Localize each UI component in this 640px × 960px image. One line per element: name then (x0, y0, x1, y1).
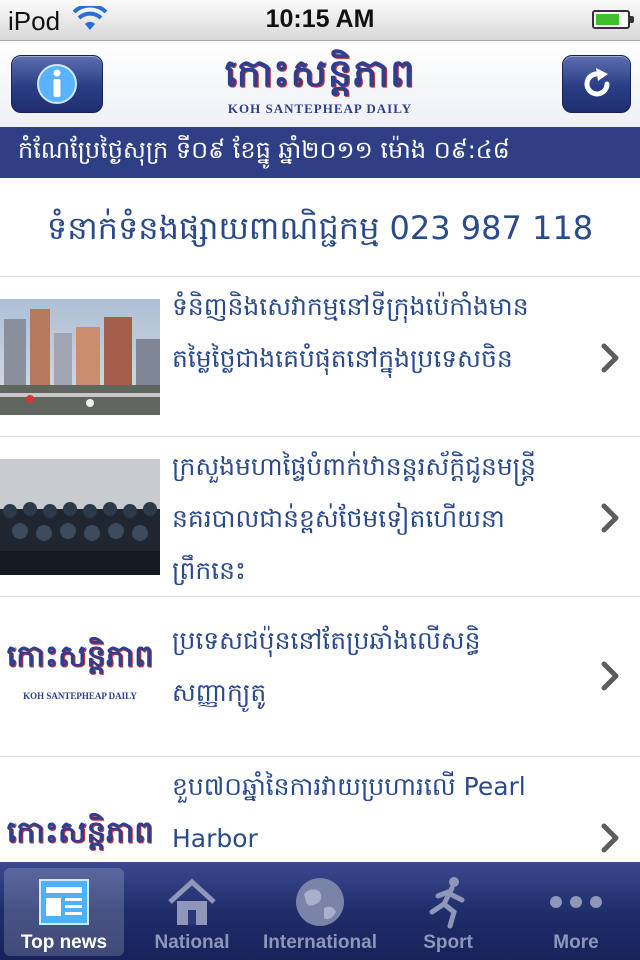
info-icon (37, 64, 77, 104)
advertising-contact-text: ទំនាក់ទំនងផ្សាយពាណិជ្ជកម្ម 023 987 118 (46, 209, 594, 247)
chevron-right-icon (601, 343, 619, 373)
globe-icon (296, 878, 344, 926)
refresh-icon (584, 68, 609, 97)
advertising-contact[interactable]: ទំនាក់ទំនងផ្សាយពាណិជ្ជកម្ម 023 987 118 (0, 178, 640, 277)
battery-icon (592, 10, 634, 29)
logo-khmer: កោះសន្តិភាព (224, 51, 416, 95)
logo-english: KOH SANTEPHEAP DAILY (227, 101, 413, 116)
news-headline: ទំនិញនិងសេវាកម្មនៅទីក្រុងប៉េកាំងមាន តម្ល… (172, 292, 529, 373)
logo-thumb-english: KOH SANTEPHEAP DAILY (23, 691, 137, 701)
news-headline: ក្រសួងមហាផ្ទៃបំពាក់ឋានន្តរស័ក្តិជូនមន្ត្… (172, 452, 537, 585)
tab-international[interactable]: International (260, 868, 380, 956)
news-headline: ប្រទេសជប៉ុននៅតែប្រឆាំងលើសន្ធិ សញ្ញាក្យូត… (172, 626, 481, 707)
clock: 10:15 AM (265, 5, 375, 33)
tab-label: Sport (423, 932, 473, 953)
chevron-right-icon (601, 503, 619, 533)
news-headline: ខួប៧០ឆ្នាំនៃការវាយប្រហារលើ Pearl Harbor (172, 772, 526, 853)
status-bar: iPod 10:15 AM (0, 0, 640, 41)
news-list: ទំនិញនិងសេវាកម្មនៅទីក្រុងប៉េកាំងមាន តម្ល… (0, 277, 640, 862)
header: កោះសន្តិភាព KOH SANTEPHEAP DAILY (0, 41, 640, 127)
logo: កោះសន្តិភាព KOH SANTEPHEAP DAILY (204, 49, 436, 125)
news-thumbnail: កោះសន្តិភាព KOH SANTEPHEAP DAILY (0, 637, 160, 717)
tab-label: More (553, 932, 599, 953)
tab-label: International (262, 932, 377, 953)
tab-sport[interactable]: Sport (388, 868, 508, 956)
news-item[interactable]: ក្រសួងមហាផ្ទៃបំពាក់ឋានន្តរស័ក្តិជូនមន្ត្… (0, 437, 640, 598)
tab-label: Top news (20, 932, 108, 953)
refresh-button[interactable] (562, 55, 631, 113)
info-button[interactable] (11, 55, 103, 113)
newspaper-icon (39, 879, 89, 925)
logo-thumb-khmer: កោះសន្តិភាព (6, 639, 154, 674)
news-item[interactable]: កោះសន្តិភាព ខួប៧០ឆ្នាំនៃការវាយប្រហារលើ P… (0, 757, 640, 862)
update-date-text: កំណែប្រែថ្ងៃសុក្រ ទី០៩ ខែធ្នូ ឆ្នាំ២០១១ … (18, 136, 510, 164)
runner-icon (429, 877, 465, 929)
tab-top-news[interactable]: Top news (4, 868, 124, 956)
chevron-right-icon (601, 661, 619, 691)
news-thumbnail: កោះសន្តិភាព (0, 813, 160, 862)
chevron-right-icon (601, 823, 619, 853)
city-photo (0, 299, 160, 415)
news-item[interactable]: កោះសន្តិភាព KOH SANTEPHEAP DAILY ប្រទេសជ… (0, 597, 640, 758)
news-thumbnail (0, 299, 160, 415)
news-item[interactable]: ទំនិញនិងសេវាកម្មនៅទីក្រុងប៉េកាំងមាន តម្ល… (0, 277, 640, 438)
meeting-photo (0, 459, 160, 575)
news-thumbnail (0, 459, 160, 575)
tab-bar: Top news National International Sport Mo… (0, 862, 640, 960)
house-icon (168, 878, 216, 925)
update-date-bar: កំណែប្រែថ្ងៃសុក្រ ទី០៩ ខែធ្នូ ឆ្នាំ២០១១ … (0, 127, 640, 178)
more-dots-icon (550, 896, 602, 908)
logo-thumb-khmer: កោះសន្តិភាព (6, 815, 154, 850)
tab-more[interactable]: More (516, 868, 636, 956)
tab-label: National (154, 932, 230, 953)
tab-national[interactable]: National (132, 868, 252, 956)
